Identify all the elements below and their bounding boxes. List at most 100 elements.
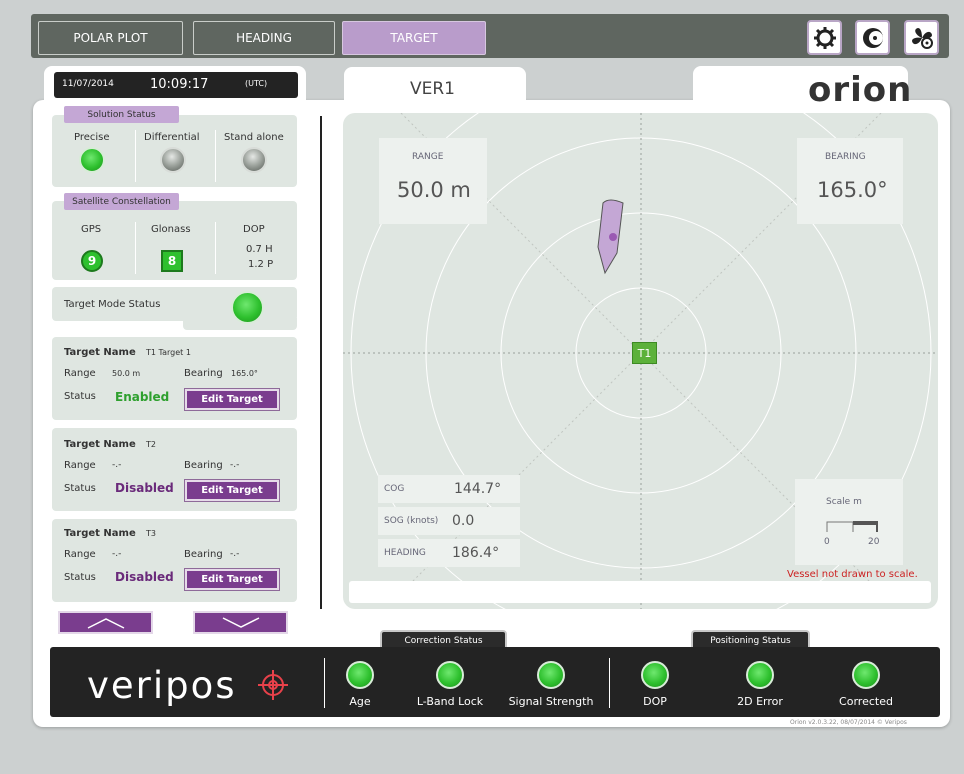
divider bbox=[609, 658, 610, 708]
chevron-down-icon bbox=[222, 616, 259, 628]
dop-label: DOP bbox=[243, 224, 265, 235]
target-mode-indicator bbox=[231, 291, 264, 324]
bearing-value: -.- bbox=[230, 549, 240, 559]
vessel-icon bbox=[597, 199, 624, 275]
panel-divider bbox=[320, 116, 322, 609]
target-marker[interactable]: T1 bbox=[632, 342, 657, 364]
range-label: Range bbox=[64, 368, 96, 379]
chevron-up-icon bbox=[87, 617, 124, 629]
dop-indicator bbox=[641, 661, 669, 689]
clock-bar: 11/07/2014 10:09:17 (UTC) bbox=[54, 72, 298, 98]
range-label: Range bbox=[64, 460, 96, 471]
edit-target-button[interactable]: Edit Target bbox=[185, 480, 279, 501]
edit-target-button[interactable]: Edit Target bbox=[185, 389, 279, 410]
2d-error-label: 2D Error bbox=[737, 695, 783, 708]
signal-strength-indicator bbox=[537, 661, 565, 689]
age-indicator bbox=[346, 661, 374, 689]
precise-label: Precise bbox=[74, 132, 110, 143]
brand-tab: orion bbox=[693, 66, 911, 110]
tab-heading[interactable]: HEADING bbox=[193, 21, 335, 55]
message-strip bbox=[349, 581, 931, 603]
status-label: Status bbox=[64, 483, 96, 494]
target-mode-label: Target Mode Status bbox=[64, 299, 161, 310]
glonass-count: 8 bbox=[161, 250, 183, 272]
sog-value: 0.0 bbox=[452, 513, 475, 529]
differential-indicator bbox=[160, 147, 186, 173]
bearing-label: Bearing bbox=[184, 460, 223, 471]
corrected-indicator bbox=[852, 661, 880, 689]
orion-logo: orion bbox=[808, 70, 913, 110]
scroll-down-button[interactable] bbox=[193, 611, 288, 634]
fan-icon bbox=[911, 27, 933, 49]
bearing-value: 165.0° bbox=[231, 369, 258, 378]
vessel-tab[interactable]: VER1 bbox=[344, 67, 526, 107]
sog-readout: SOG (knots) 0.0 bbox=[378, 507, 520, 535]
edit-target-button[interactable]: Edit Target bbox=[185, 569, 279, 590]
bearing-label: Bearing bbox=[184, 368, 223, 379]
scale-bar-icon bbox=[826, 521, 878, 532]
status-value: Disabled bbox=[115, 481, 174, 495]
scroll-up-button[interactable] bbox=[58, 611, 153, 634]
lband-label: L-Band Lock bbox=[416, 695, 484, 708]
dop-status-label: DOP bbox=[643, 695, 667, 708]
dop-h-value: 0.7 H bbox=[246, 244, 273, 255]
range-value: -.- bbox=[112, 460, 122, 470]
target-plot[interactable]: RANGE 50.0 m BEARING 165.0° T1 COG 144.7… bbox=[343, 113, 938, 609]
clock-zone: (UTC) bbox=[245, 79, 268, 88]
solution-status-title: Solution Status bbox=[64, 106, 179, 123]
night-mode-button[interactable] bbox=[855, 20, 890, 55]
dop-p-value: 1.2 P bbox=[248, 259, 274, 270]
status-value: Disabled bbox=[115, 570, 174, 584]
gear-icon bbox=[813, 26, 836, 49]
status-label: Status bbox=[64, 572, 96, 583]
tab-polar-plot[interactable]: POLAR PLOT bbox=[38, 21, 183, 55]
scale-max: 20 bbox=[868, 537, 880, 547]
tab-target[interactable]: TARGET bbox=[342, 21, 486, 55]
scale-min: 0 bbox=[824, 537, 830, 547]
crosshair-icon bbox=[258, 670, 288, 700]
cog-readout: COG 144.7° bbox=[378, 475, 520, 503]
scale-label: Scale m bbox=[826, 497, 862, 507]
divider bbox=[215, 130, 216, 182]
target-name-label: Target Name bbox=[64, 528, 136, 539]
divider bbox=[135, 130, 136, 182]
scale-warning: Vessel not drawn to scale. bbox=[787, 569, 918, 580]
target-name-value: T1 Target 1 bbox=[146, 348, 191, 357]
fan-button[interactable] bbox=[904, 20, 939, 55]
cog-label: COG bbox=[384, 484, 405, 494]
2d-error-indicator bbox=[746, 661, 774, 689]
standalone-label: Stand alone bbox=[224, 132, 284, 143]
range-readout: RANGE 50.0 m bbox=[379, 138, 487, 224]
cog-value: 144.7° bbox=[454, 481, 502, 497]
glonass-label: Glonass bbox=[151, 224, 191, 235]
heading-readout: HEADING 186.4° bbox=[378, 539, 520, 567]
range-value: -.- bbox=[112, 549, 122, 559]
bearing-value: -.- bbox=[230, 460, 240, 470]
settings-button[interactable] bbox=[807, 20, 842, 55]
target-name-value: T3 bbox=[146, 529, 156, 538]
status-label: Status bbox=[64, 391, 96, 402]
clock-time: 10:09:17 bbox=[150, 77, 209, 92]
clock-date: 11/07/2014 bbox=[62, 79, 114, 89]
bearing-readout-label: BEARING bbox=[825, 152, 866, 162]
scale-box: Scale m 0 20 bbox=[795, 479, 903, 565]
target-name-label: Target Name bbox=[64, 347, 136, 358]
divider bbox=[135, 222, 136, 274]
lband-indicator bbox=[436, 661, 464, 689]
divider bbox=[215, 222, 216, 274]
divider bbox=[324, 658, 325, 708]
heading-value: 186.4° bbox=[452, 545, 500, 561]
moon-icon bbox=[862, 27, 883, 48]
range-label: Range bbox=[64, 549, 96, 560]
veripos-logo: veripos bbox=[87, 664, 237, 707]
range-readout-value: 50.0 m bbox=[397, 178, 471, 202]
bearing-readout: BEARING 165.0° bbox=[797, 138, 903, 224]
standalone-indicator bbox=[241, 147, 267, 173]
gps-count: 9 bbox=[81, 250, 103, 272]
corrected-label: Corrected bbox=[839, 695, 893, 708]
precise-indicator bbox=[79, 147, 105, 173]
status-value: Enabled bbox=[115, 390, 170, 404]
satellite-title: Satellite Constellation bbox=[64, 193, 179, 210]
bearing-label: Bearing bbox=[184, 549, 223, 560]
differential-label: Differential bbox=[144, 132, 200, 143]
